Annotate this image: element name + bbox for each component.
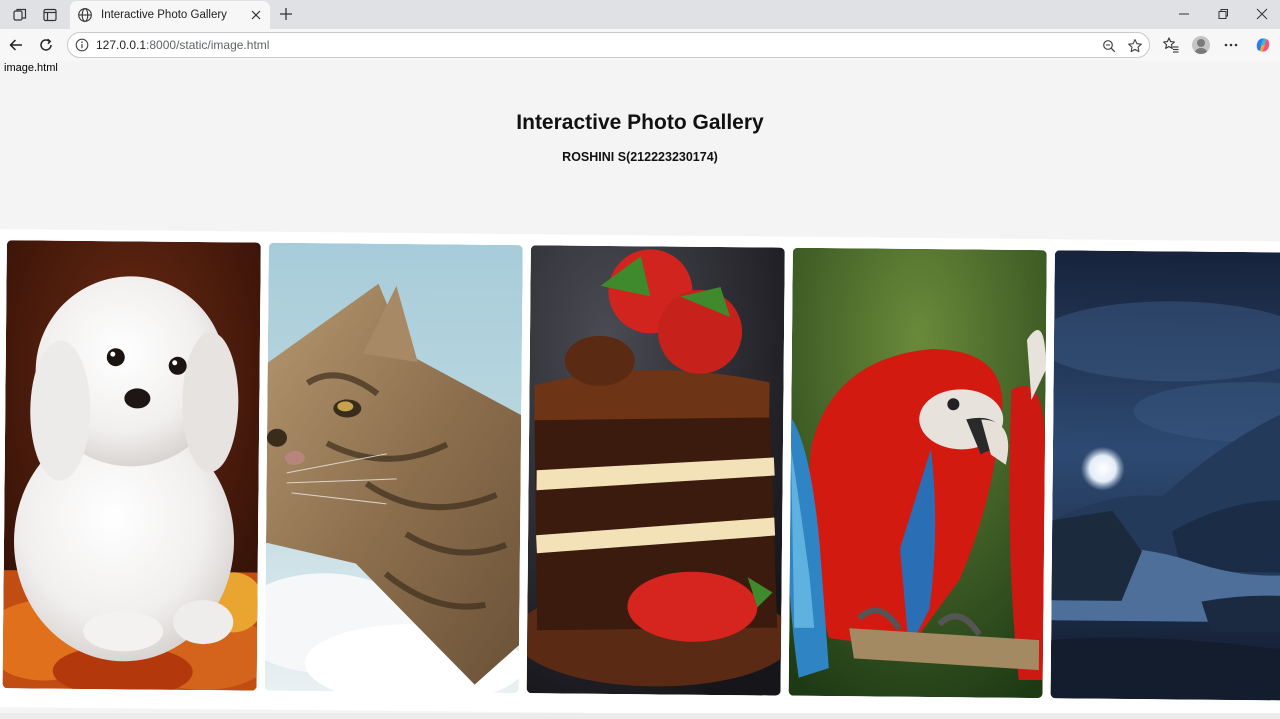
- new-tab-icon[interactable]: [276, 4, 296, 24]
- page-header: Interactive Photo Gallery ROSHINI S(2122…: [0, 61, 1280, 226]
- browser-toolbar: 127.0.0.1:8000/static/image.html: [0, 29, 1280, 61]
- copilot-icon[interactable]: [1253, 35, 1273, 55]
- more-options-icon[interactable]: [1221, 35, 1241, 55]
- close-window-icon[interactable]: [1250, 4, 1274, 24]
- photo-gallery: [0, 229, 1280, 719]
- tab-active[interactable]: Interactive Photo Gallery: [70, 1, 270, 29]
- tab-title: Interactive Photo Gallery: [101, 9, 227, 21]
- gallery-image-cake[interactable]: [526, 245, 785, 696]
- url-host: 127.0.0.1: [96, 38, 147, 52]
- site-info-icon[interactable]: [75, 38, 89, 52]
- close-tab-icon[interactable]: [248, 7, 264, 23]
- page-viewport: image.html Interactive Photo Gallery ROS…: [0, 61, 1280, 719]
- gallery-image-puppy[interactable]: [2, 240, 261, 691]
- globe-icon: [78, 8, 92, 22]
- favorite-star-icon[interactable]: [1126, 37, 1144, 55]
- author-subtitle: ROSHINI S(212223230174): [562, 150, 718, 164]
- tab-actions-icon[interactable]: [40, 5, 60, 25]
- page-bottom-divider: [0, 713, 1280, 719]
- browser-tab-bar: Interactive Photo Gallery: [0, 0, 1280, 29]
- profile-avatar-icon[interactable]: [1191, 35, 1211, 55]
- gallery-image-night-landscape[interactable]: [1050, 250, 1280, 701]
- gallery-image-cat[interactable]: [264, 242, 523, 694]
- workspaces-icon[interactable]: [10, 5, 30, 25]
- favorites-icon[interactable]: [1161, 35, 1181, 55]
- minimize-icon[interactable]: [1172, 4, 1196, 24]
- restore-icon[interactable]: [1211, 4, 1235, 24]
- reload-icon[interactable]: [36, 35, 56, 55]
- url-text: 127.0.0.1:8000/static/image.html: [96, 38, 269, 52]
- address-bar[interactable]: 127.0.0.1:8000/static/image.html: [67, 32, 1150, 58]
- gallery-image-parrots[interactable]: [788, 247, 1047, 699]
- url-path: :8000/static/image.html: [146, 38, 270, 52]
- back-arrow-icon[interactable]: [6, 35, 26, 55]
- page-title: Interactive Photo Gallery: [516, 111, 764, 134]
- zoom-icon[interactable]: [1100, 37, 1118, 55]
